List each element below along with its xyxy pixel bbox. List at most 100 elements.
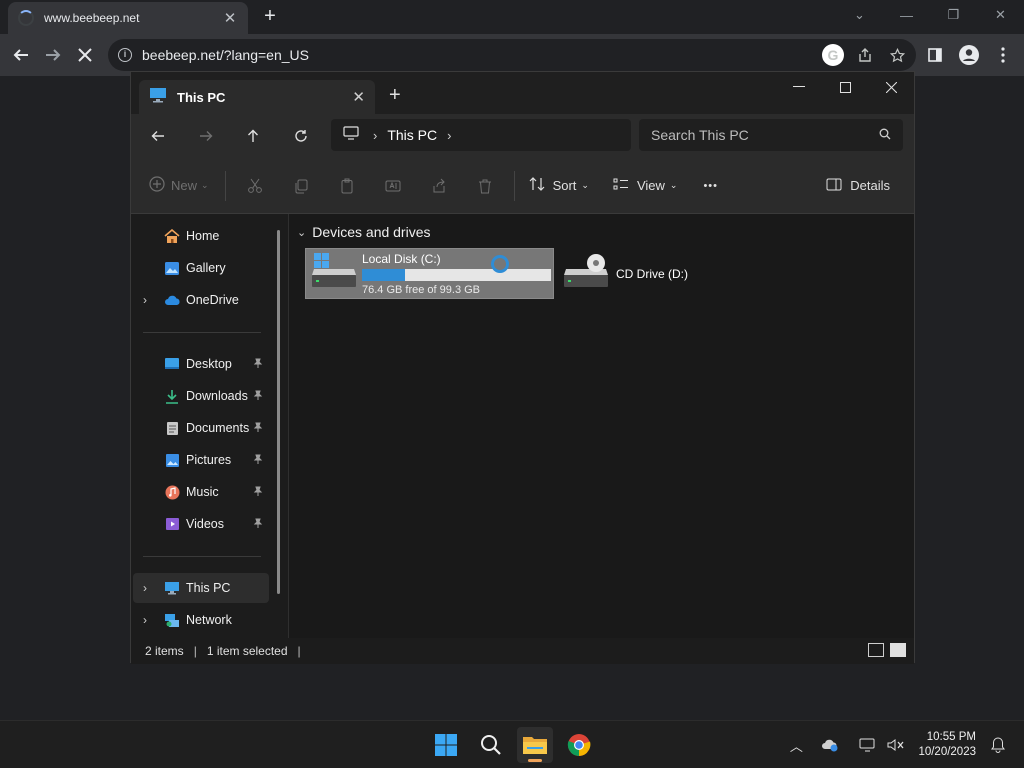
pin-icon[interactable] [253,486,269,499]
busy-cursor-icon [491,255,509,273]
explorer-tab-close-icon[interactable]: ✕ [352,88,365,106]
delete-icon[interactable] [462,171,508,201]
chevron-right-icon[interactable]: › [133,293,157,307]
nav-item-videos[interactable]: Videos [133,509,269,539]
explorer-tab-this-pc[interactable]: This PC ✕ [139,80,375,114]
search-icon [879,127,891,143]
nav-item-music[interactable]: Music [133,477,269,507]
chevron-right-icon[interactable]: › [133,581,157,595]
browser-minimize-button[interactable]: — [883,0,930,30]
sort-button[interactable]: Sort ⌄ [529,171,589,201]
nav-item-onedrive[interactable]: › OneDrive [133,285,269,315]
explorer-tab-title: This PC [177,89,226,105]
stop-loading-icon[interactable] [72,42,98,68]
address-url[interactable]: beebeep.net/?lang=en_US [142,47,822,63]
forward-arrow-icon[interactable] [40,42,66,68]
nav-item-gallery[interactable]: Gallery [133,253,269,283]
notification-bell-icon[interactable] [984,731,1012,759]
cd-drive-icon [564,253,608,294]
rename-icon[interactable] [370,171,416,201]
google-lens-icon[interactable]: G [822,44,844,66]
view-button[interactable]: View ⌄ [613,171,677,201]
start-button[interactable] [428,727,464,763]
nav-item-downloads[interactable]: Downloads [133,381,269,411]
explorer-back-icon[interactable] [143,122,173,150]
volume-muted-icon[interactable] [882,731,910,759]
onedrive-cloud-icon [163,292,181,308]
breadcrumb-chevron-icon[interactable]: › [373,128,377,143]
breadcrumb-this-pc[interactable]: This PC [387,127,437,143]
tiles-view-icon[interactable] [890,643,906,657]
browser-tab-search-icon[interactable]: ⌄ [836,0,883,30]
details-pane-button[interactable]: Details [826,171,890,201]
drive-c-usage-bar [362,268,551,281]
nav-item-network[interactable]: › Network [133,605,269,635]
profile-avatar-icon[interactable] [956,42,982,68]
explorer-forward-icon[interactable] [191,122,221,150]
browser-close-button[interactable]: ✕ [977,0,1024,30]
plus-circle-icon [149,176,165,195]
nav-scrollbar[interactable] [277,230,280,594]
details-view-icon[interactable] [868,643,884,657]
taskbar-chrome[interactable] [561,727,597,763]
taskbar-clock[interactable]: 10:55 PM 10/20/2023 [918,730,976,760]
sort-icon [529,177,545,194]
breadcrumb-chevron-icon[interactable]: › [447,128,451,143]
drive-tile-local-disk-c[interactable]: Local Disk (C:) 76.4 GB free of 99.3 GB [305,248,554,299]
explorer-search-input[interactable]: Search This PC [639,119,903,151]
paste-icon[interactable] [324,171,370,201]
browser-window-controls: ⌄ — ❐ ✕ [836,0,1024,30]
share-icon[interactable] [854,44,876,66]
pin-icon[interactable] [253,422,269,435]
site-info-icon[interactable]: i [118,48,132,62]
side-panel-icon[interactable] [922,42,948,68]
browser-menu-icon[interactable] [990,42,1016,68]
browser-tab[interactable]: www.beebeep.net ✕ [8,2,248,34]
copy-icon[interactable] [278,171,324,201]
browser-restore-button[interactable]: ❐ [930,0,977,30]
explorer-refresh-icon[interactable] [286,122,316,150]
share-icon[interactable] [416,171,462,201]
explorer-maximize-button[interactable] [822,72,868,102]
nav-item-documents[interactable]: Documents [133,413,269,443]
browser-new-tab-button[interactable]: + [258,4,282,28]
nav-item-home[interactable]: Home [133,221,269,251]
drive-tile-cd-drive-d[interactable]: CD Drive (D:) [564,248,704,299]
explorer-minimize-button[interactable] [776,72,822,102]
nav-item-this-pc[interactable]: › This PC [133,573,269,603]
network-tray-icon[interactable] [854,731,882,759]
taskbar-search-button[interactable] [473,727,509,763]
back-arrow-icon[interactable] [8,42,34,68]
pin-icon[interactable] [253,358,269,371]
browser-toolbar: i beebeep.net/?lang=en_US G [0,34,1024,76]
pin-icon[interactable] [253,454,269,467]
tray-overflow-chevron-icon[interactable]: ︿ [782,731,810,759]
browser-tab-close-icon[interactable]: ✕ [222,9,238,27]
monitor-icon[interactable] [343,125,359,145]
chevron-right-icon[interactable]: › [133,613,157,627]
clock-time: 10:55 PM [926,731,976,743]
pin-icon[interactable] [253,518,269,531]
group-header-devices[interactable]: ⌄ Devices and drives [297,224,431,240]
cut-icon[interactable] [232,171,278,201]
explorer-new-tab-button[interactable]: + [389,84,401,107]
explorer-titlebar[interactable]: This PC ✕ + [131,72,914,114]
nav-label: Documents [186,421,250,435]
onedrive-tray-icon[interactable] [816,731,844,759]
explorer-up-icon[interactable] [238,122,268,150]
nav-item-pictures[interactable]: Pictures [133,445,269,475]
windows-taskbar: ︿ 10:55 PM 10/20/2023 [0,720,1024,768]
nav-item-desktop[interactable]: Desktop [133,349,269,379]
pin-icon[interactable] [253,390,269,403]
group-header-label: Devices and drives [312,224,431,240]
download-arrow-icon [163,388,181,404]
more-options-button[interactable]: ••• [703,171,718,201]
new-button[interactable]: New ⌄ [149,171,209,201]
explorer-close-button[interactable] [868,72,914,102]
search-placeholder: Search This PC [651,127,749,143]
chevron-down-icon[interactable]: ⌄ [297,226,306,239]
address-bar[interactable]: i beebeep.net/?lang=en_US G [108,39,916,71]
explorer-breadcrumb[interactable]: › This PC › [331,119,631,151]
taskbar-file-explorer[interactable] [517,727,553,763]
bookmark-star-icon[interactable] [886,44,908,66]
